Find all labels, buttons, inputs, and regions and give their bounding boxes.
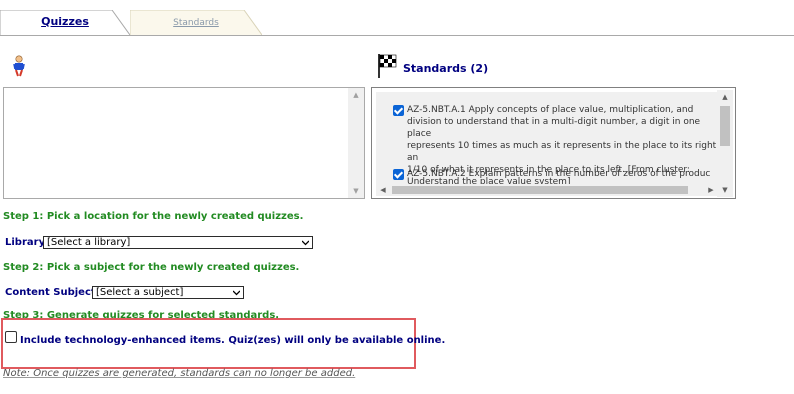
standards-vertical-scrollbar[interactable]: ▲ ▼ — [717, 90, 733, 197]
scroll-left-arrow-icon[interactable]: ◀ — [376, 184, 390, 196]
chevron-down-icon — [233, 290, 240, 296]
location-list-box[interactable]: ▲ ▼ — [3, 87, 365, 199]
subject-selected-value: [Select a subject] — [96, 287, 184, 298]
tab-quizzes-label: Quizzes — [41, 15, 89, 28]
scroll-thumb[interactable] — [720, 106, 730, 146]
tab-bar: Quizzes Standards — [0, 0, 794, 36]
person-icon — [13, 55, 25, 77]
standard-item[interactable]: AZ-5.NBT.A.2 Explain patterns in the num… — [393, 168, 718, 180]
standard-checkbox[interactable] — [393, 105, 404, 116]
scroll-up-arrow-icon[interactable]: ▲ — [717, 90, 733, 104]
scroll-thumb[interactable] — [392, 186, 688, 194]
vertical-scrollbar[interactable]: ▲ ▼ — [348, 88, 364, 198]
tab-standards-label: Standards — [173, 18, 219, 28]
content-subject-label: Content Subject: — [5, 287, 100, 298]
step-1-instruction: Step 1: Pick a location for the newly cr… — [3, 211, 304, 222]
standards-list-box[interactable]: AZ-5.NBT.A.1 Apply concepts of place val… — [371, 87, 736, 199]
checkered-flag-icon — [378, 54, 397, 78]
standards-list-content: AZ-5.NBT.A.1 Apply concepts of place val… — [376, 92, 718, 193]
chevron-down-icon — [302, 240, 309, 246]
standard-checkbox[interactable] — [393, 169, 404, 180]
tech-enhanced-label: Include technology-enhanced items. Quiz(… — [20, 335, 446, 346]
tab-standards[interactable]: Standards — [130, 10, 262, 36]
scroll-up-arrow-icon[interactable]: ▲ — [348, 88, 364, 102]
scroll-down-arrow-icon[interactable]: ▼ — [717, 183, 733, 197]
library-selected-value: [Select a library] — [47, 237, 131, 248]
note-text: Note: Once quizzes are generated, standa… — [3, 368, 356, 379]
tech-enhanced-checkbox[interactable] — [5, 331, 17, 343]
scroll-right-arrow-icon[interactable]: ▶ — [704, 184, 718, 196]
library-select[interactable]: [Select a library] — [43, 236, 313, 249]
standards-horizontal-scrollbar[interactable]: ◀ ▶ — [376, 184, 718, 196]
tab-quizzes[interactable]: Quizzes — [0, 10, 130, 36]
tab-divider — [0, 35, 794, 36]
step-2-instruction: Step 2: Pick a subject for the newly cre… — [3, 262, 300, 273]
content-subject-select[interactable]: [Select a subject] — [92, 286, 244, 299]
scroll-down-arrow-icon[interactable]: ▼ — [348, 184, 364, 198]
standards-title: Standards (2) — [403, 62, 489, 75]
library-label: Library — [5, 237, 46, 248]
standard-text: AZ-5.NBT.A.2 Explain patterns in the num… — [407, 169, 711, 179]
